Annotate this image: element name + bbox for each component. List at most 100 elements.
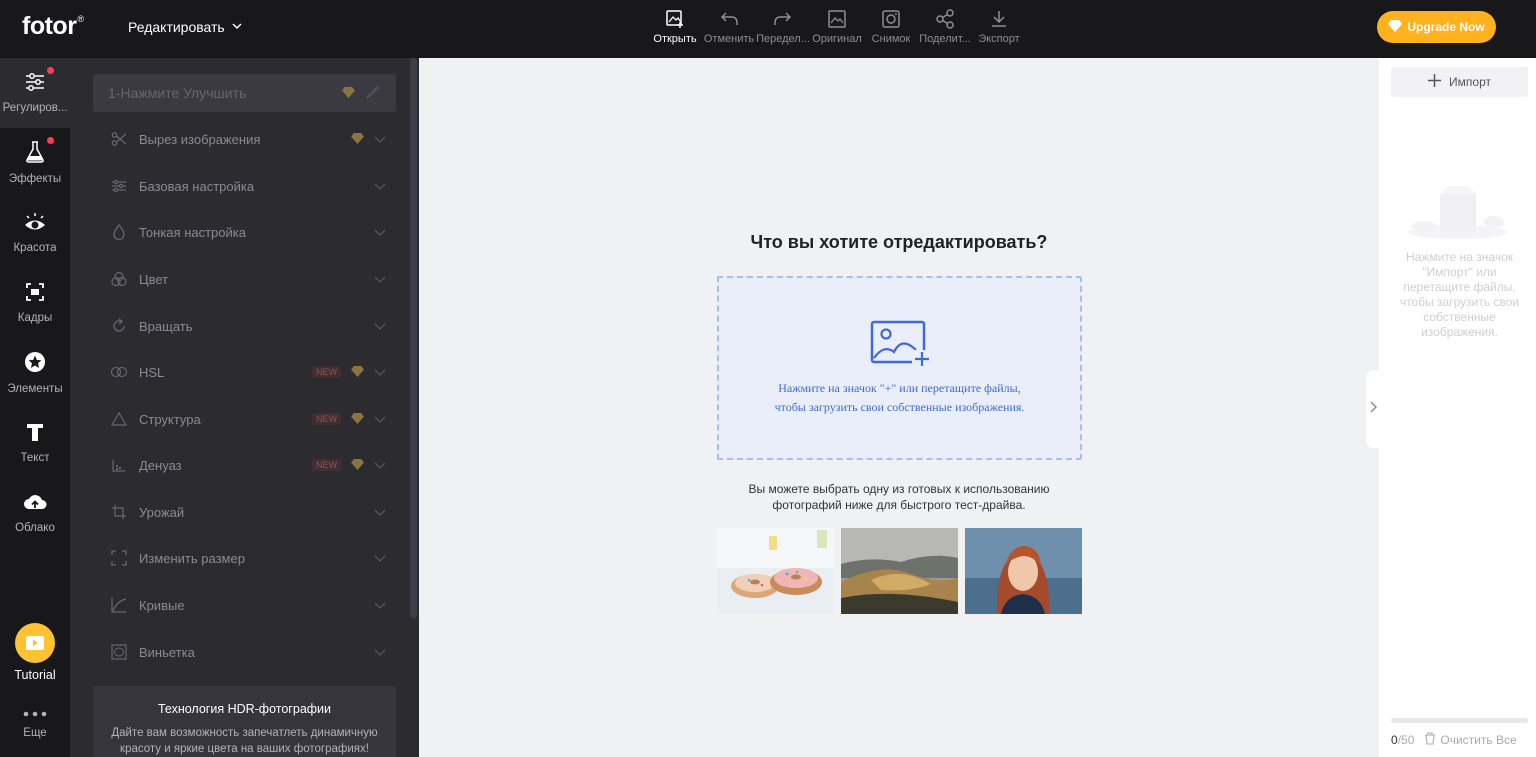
tutorial-label: Tutorial — [14, 667, 56, 682]
chevron-down-icon — [374, 225, 386, 240]
tutorial-button[interactable]: Tutorial — [0, 616, 70, 688]
star-icon — [24, 351, 46, 378]
panel-scrollbar[interactable] — [410, 58, 417, 618]
menu-item-label: Вырез изображения — [139, 131, 261, 147]
menu-item-color[interactable]: Цвет — [110, 264, 386, 294]
edit-mode-dropdown[interactable]: Редактировать — [128, 19, 243, 35]
open-button[interactable]: Открыть — [648, 8, 702, 45]
one-tap-enhance-button[interactable]: 1-Нажмите Улучшить — [93, 74, 396, 112]
redo-button[interactable]: Передел... — [756, 8, 810, 45]
open-image-icon — [664, 8, 686, 30]
menu-item-resize[interactable]: Изменить размер — [110, 543, 386, 573]
open-label: Открыть — [653, 33, 697, 45]
menu-item-rotate[interactable]: Вращать — [110, 311, 386, 341]
menu-item-vignette[interactable]: Виньетка — [110, 637, 386, 667]
rail-item-cloud[interactable]: Облако — [0, 478, 70, 548]
sample-photo-portrait[interactable] — [965, 528, 1082, 614]
undo-icon — [718, 8, 740, 30]
undo-label: Отменить — [703, 33, 755, 45]
fotor-logo[interactable]: fotor® — [22, 12, 84, 41]
premium-diamond-icon — [351, 458, 364, 473]
sample-photo-landscape[interactable] — [841, 528, 958, 614]
export-label: Экспорт — [978, 33, 1020, 45]
image-limit: /50 — [1397, 733, 1415, 747]
rail-item-text[interactable]: Текст — [0, 408, 70, 478]
menu-item-label: Вращать — [139, 318, 193, 334]
notification-dot — [47, 137, 54, 144]
original-button[interactable]: Оригинал — [810, 8, 864, 45]
menu-item-crop[interactable]: Урожай — [110, 497, 386, 527]
snapshot-button[interactable]: Снимок — [864, 8, 918, 45]
rail-label: Эффекты — [8, 173, 62, 185]
share-icon — [934, 8, 956, 30]
hdr-title: Технология HDR-фотографии — [157, 702, 332, 716]
rail-item-adjust[interactable]: Регулиров... — [0, 58, 70, 128]
menu-item-structure[interactable]: Структура NEW — [110, 404, 386, 434]
menu-item-denoise[interactable]: Денуаз NEW — [110, 450, 386, 480]
sample-photos — [717, 528, 1082, 614]
chevron-down-icon — [374, 365, 386, 380]
sliders-icon — [24, 72, 46, 97]
resize-icon — [110, 549, 128, 567]
chevron-down-icon — [374, 179, 386, 194]
rail-label: Текст — [20, 452, 50, 464]
menu-item-label: Кривые — [139, 597, 185, 613]
menu-item-label: Урожай — [139, 504, 185, 520]
clear-all-button[interactable]: Очистить Все — [1424, 732, 1517, 748]
menu-item-cutout[interactable]: Вырез изображения — [110, 124, 386, 154]
rotate-icon — [110, 317, 128, 335]
rail-label: Красота — [13, 242, 57, 254]
chevron-down-icon — [374, 645, 386, 660]
rail-item-frames[interactable]: Кадры — [0, 268, 70, 338]
triangle-icon — [110, 410, 128, 428]
upgrade-label: Upgrade Now — [1407, 20, 1485, 34]
rail-item-effects[interactable]: Эффекты — [0, 128, 70, 198]
new-badge: NEW — [312, 459, 341, 471]
import-button[interactable]: Импорт — [1391, 67, 1528, 97]
rail-item-beauty[interactable]: Красота — [0, 198, 70, 268]
import-panel: Импорт Нажмите на значок "Импорт" или пе… — [1379, 58, 1536, 757]
sample-photos-text: Вы можете выбрать одну из готовых к испо… — [419, 481, 1379, 513]
share-button[interactable]: Поделит... — [918, 8, 972, 45]
premium-diamond-icon — [351, 132, 364, 147]
frame-icon — [25, 282, 45, 307]
crop-icon — [110, 503, 128, 521]
cloud-icon — [23, 492, 47, 517]
hdr-description: Дайте вам возможность запечатлеть динами… — [111, 727, 378, 755]
menu-item-basic[interactable]: Базовая настройка — [110, 171, 386, 201]
menu-item-label: Виньетка — [139, 644, 195, 660]
play-video-icon — [15, 622, 55, 663]
chevron-down-icon — [374, 598, 386, 613]
more-button[interactable]: Еще — [0, 691, 70, 751]
redo-label: Передел... — [756, 33, 810, 45]
new-badge: NEW — [312, 413, 341, 425]
menu-item-fine-tune[interactable]: Тонкая настройка — [110, 217, 386, 247]
rail-item-elements[interactable]: Элементы — [0, 338, 70, 408]
hsl-icon — [110, 363, 128, 381]
original-icon — [826, 8, 848, 30]
menu-item-hsl[interactable]: HSL NEW — [110, 357, 386, 387]
menu-item-label: Базовая настройка — [139, 178, 255, 194]
eye-icon — [23, 212, 47, 237]
export-button[interactable]: Экспорт — [972, 8, 1026, 45]
scissors-icon — [110, 130, 128, 148]
adjust-panel: 1-Нажмите Улучшить Вырез изображения Баз… — [70, 58, 419, 757]
rail-label: Облако — [15, 522, 55, 534]
import-label: Импорт — [1449, 75, 1491, 89]
menu-item-curves[interactable]: Кривые — [110, 590, 386, 620]
sample-photo-donuts[interactable] — [717, 528, 834, 614]
dropzone-line-2: чтобы загрузить свои собственные изображ… — [774, 400, 1025, 414]
clear-all-label: Очистить Все — [1440, 733, 1517, 747]
menu-item-label: Структура — [139, 411, 201, 427]
new-badge: NEW — [312, 366, 341, 378]
hdr-promo-card[interactable]: Технология HDR-фотографии Дайте вам возм… — [93, 686, 396, 757]
more-dots-icon — [23, 704, 47, 722]
snapshot-label: Снимок — [871, 33, 911, 45]
sample-line-2: фотографий ниже для быстрого тест-драйва… — [772, 498, 1026, 512]
plus-icon — [1428, 74, 1442, 90]
upgrade-now-button[interactable]: Upgrade Now — [1377, 11, 1496, 43]
upload-dropzone[interactable]: Нажмите на значок "+" или перетащите фай… — [717, 276, 1082, 460]
canvas-area: Что вы хотите отредактировать? Нажмите н… — [419, 58, 1379, 757]
undo-button[interactable]: Отменить — [702, 8, 756, 45]
denoise-icon — [110, 456, 128, 474]
